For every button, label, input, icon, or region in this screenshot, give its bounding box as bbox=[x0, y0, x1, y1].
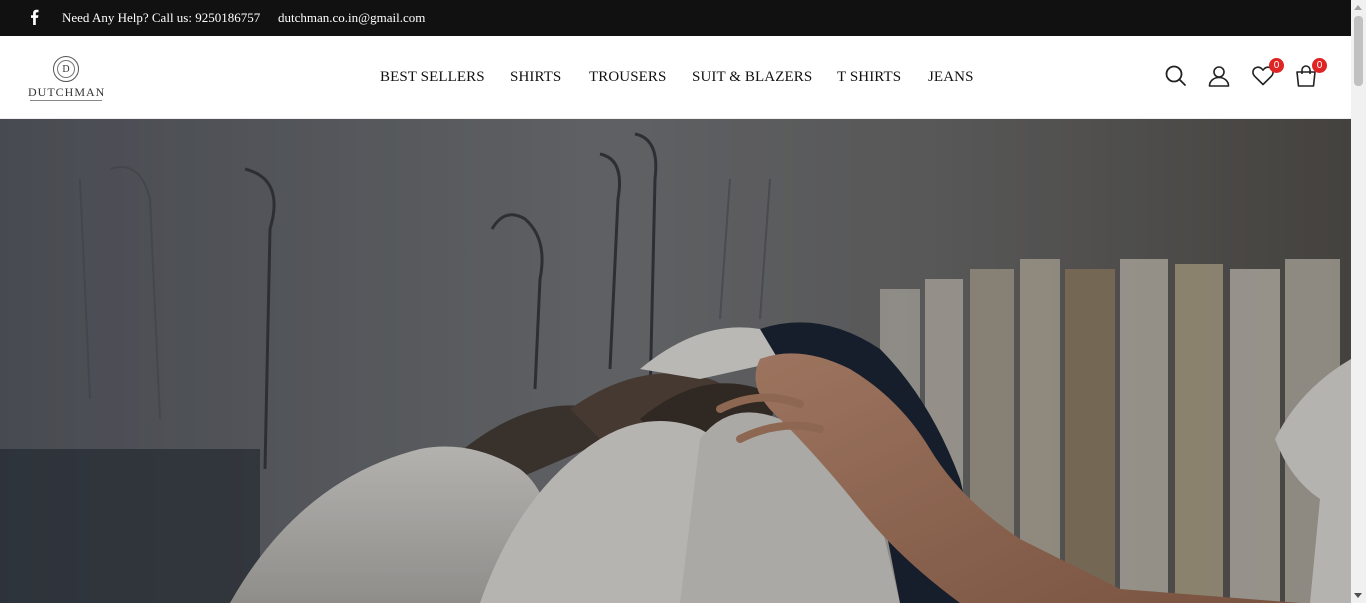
nav-jeans[interactable]: JEANS bbox=[928, 69, 974, 86]
search-icon[interactable] bbox=[1163, 63, 1189, 89]
scroll-up-arrow-icon[interactable] bbox=[1354, 5, 1362, 10]
scrollbar-thumb[interactable] bbox=[1354, 16, 1363, 86]
nav-trousers[interactable]: TROUSERS bbox=[589, 69, 667, 86]
top-bar: Need Any Help? Call us: 9250186757 dutch… bbox=[0, 0, 1351, 36]
dutchman-logo[interactable]: D DUTCHMAN bbox=[28, 54, 104, 102]
nav-suit-blazers[interactable]: SUIT & BLAZERS bbox=[692, 69, 812, 86]
logo-wordmark: DUTCHMAN bbox=[28, 85, 106, 99]
contact-email[interactable]: dutchman.co.in@gmail.com bbox=[278, 10, 425, 26]
cart-count-badge: 0 bbox=[1312, 58, 1327, 73]
wishlist-button[interactable]: 0 bbox=[1250, 58, 1284, 89]
user-icon[interactable] bbox=[1206, 63, 1232, 89]
help-phone-text: Need Any Help? Call us: 9250186757 bbox=[62, 10, 261, 25]
nav-t-shirts[interactable]: T SHIRTS bbox=[837, 69, 901, 86]
hero-clothes-rack-photo bbox=[0, 119, 1351, 603]
facebook-icon[interactable] bbox=[28, 9, 40, 25]
cart-button[interactable]: 0 bbox=[1293, 58, 1327, 89]
hero-banner-image[interactable] bbox=[0, 119, 1351, 603]
page-scrollbar[interactable] bbox=[1351, 0, 1366, 603]
logo-underline bbox=[30, 100, 102, 101]
site-header: D DUTCHMAN BEST SELLERS SHIRTS TROUSERS … bbox=[0, 36, 1351, 119]
logo-emblem: D bbox=[53, 56, 79, 82]
nav-best-sellers[interactable]: BEST SELLERS bbox=[380, 69, 485, 86]
scroll-down-arrow-icon[interactable] bbox=[1354, 593, 1362, 598]
nav-shirts[interactable]: SHIRTS bbox=[510, 69, 561, 86]
wishlist-count-badge: 0 bbox=[1269, 58, 1284, 73]
